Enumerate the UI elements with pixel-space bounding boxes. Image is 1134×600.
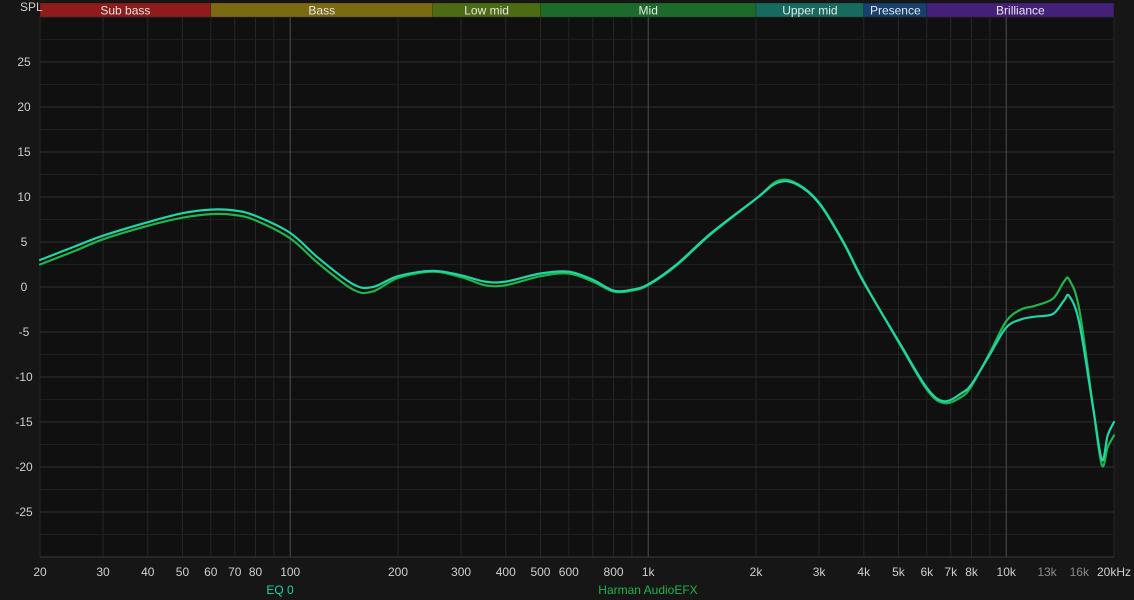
y-tick-label: -5 xyxy=(19,325,30,339)
y-tick-label: 15 xyxy=(17,145,31,159)
y-tick-label: -10 xyxy=(15,370,33,384)
x-tick-label: 60 xyxy=(204,565,218,579)
x-tick-label: 13k xyxy=(1037,565,1057,579)
x-tick-label: 600 xyxy=(559,565,579,579)
x-tick-label: 100 xyxy=(280,565,300,579)
y-tick-label: 10 xyxy=(17,190,31,204)
y-tick-label: 5 xyxy=(21,235,28,249)
band-label: Low mid xyxy=(464,4,509,18)
x-tick-label: 30 xyxy=(96,565,110,579)
band-label: Upper mid xyxy=(782,4,837,18)
x-tick-label: 2k xyxy=(750,565,764,579)
x-tick-label: 5k xyxy=(892,565,906,579)
x-tick-label: 7k xyxy=(944,565,958,579)
x-tick-label: 8k xyxy=(965,565,979,579)
x-tick-label: 10k xyxy=(997,565,1017,579)
x-tick-label: 500 xyxy=(530,565,550,579)
x-tick-label: 70 xyxy=(228,565,242,579)
x-tick-label: 20kHz xyxy=(1097,565,1131,579)
band-label: Mid xyxy=(639,4,658,18)
legend-item: EQ 0 xyxy=(266,583,294,597)
x-tick-label: 300 xyxy=(451,565,471,579)
x-tick-label: 4k xyxy=(857,565,871,579)
x-tick-label: 40 xyxy=(141,565,155,579)
x-tick-label: 20 xyxy=(33,565,47,579)
x-tick-label: 6k xyxy=(920,565,934,579)
x-tick-label: 50 xyxy=(176,565,190,579)
band-label: Presence xyxy=(870,4,921,18)
y-tick-label: 25 xyxy=(17,55,31,69)
y-tick-label: -15 xyxy=(15,415,33,429)
y-tick-label: 0 xyxy=(21,280,28,294)
y-tick-label: -25 xyxy=(15,505,33,519)
x-tick-label: 3k xyxy=(813,565,827,579)
y-axis-label: SPL xyxy=(20,0,43,14)
band-label: Bass xyxy=(308,4,335,18)
x-tick-label: 1k xyxy=(642,565,656,579)
x-tick-label: 80 xyxy=(249,565,263,579)
frequency-band-bar: Sub bass Bass Low mid Mid Upper mid Presence B… xyxy=(39,2,1115,18)
legend-item: Harman AudioEFX xyxy=(598,583,697,597)
x-tick-label: 16k xyxy=(1070,565,1090,579)
band-label: Sub bass xyxy=(100,4,150,18)
band-label: Brilliance xyxy=(996,4,1045,18)
y-tick-label: 20 xyxy=(17,100,31,114)
x-tick-label: 800 xyxy=(604,565,624,579)
y-tick-label: -20 xyxy=(15,460,33,474)
x-tick-label: 400 xyxy=(496,565,516,579)
frequency-response-chart: Sub bass Bass Low mid Mid Upper mid Presence B… xyxy=(0,0,1134,600)
x-tick-label: 200 xyxy=(388,565,408,579)
